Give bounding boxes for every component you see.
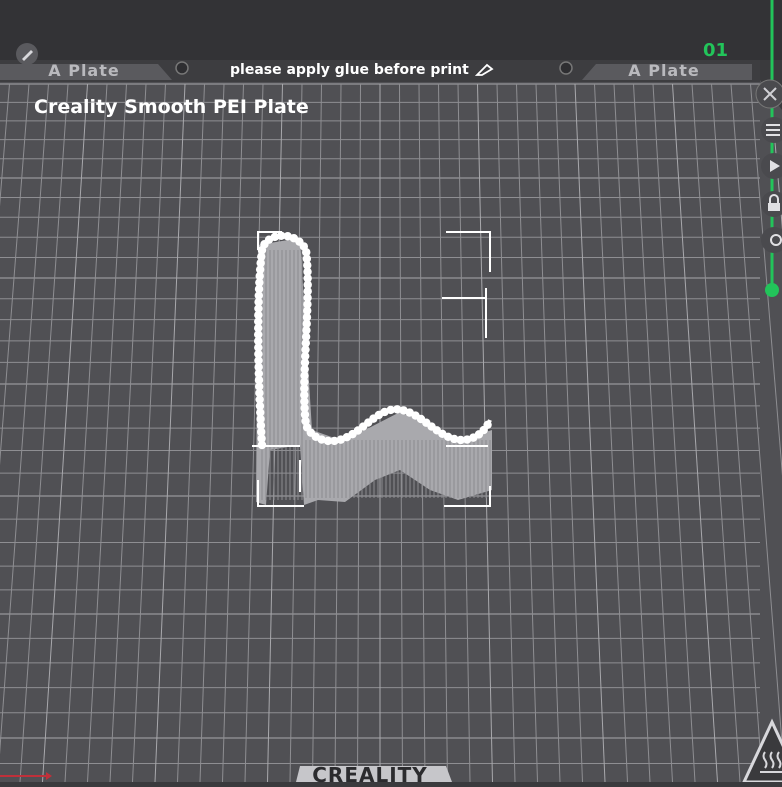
plate-tab-right-label: A Plate xyxy=(628,61,699,80)
brand-logo: CREALITY xyxy=(303,765,437,785)
bed-plate-title: Creality Smooth PEI Plate xyxy=(34,96,309,118)
layer-slider-handle xyxy=(765,283,779,297)
plate-tab-left-label: A Plate xyxy=(48,61,119,80)
glue-notice-text: please apply glue before print xyxy=(230,62,469,78)
pencil-icon[interactable] xyxy=(475,63,495,77)
plate-tab-left[interactable]: A Plate xyxy=(4,60,164,80)
layer-number: 01 xyxy=(703,40,728,61)
close-icon xyxy=(756,80,782,108)
glue-notice[interactable]: please apply glue before print xyxy=(230,60,495,80)
plate-tab-right[interactable]: A Plate xyxy=(580,60,748,80)
